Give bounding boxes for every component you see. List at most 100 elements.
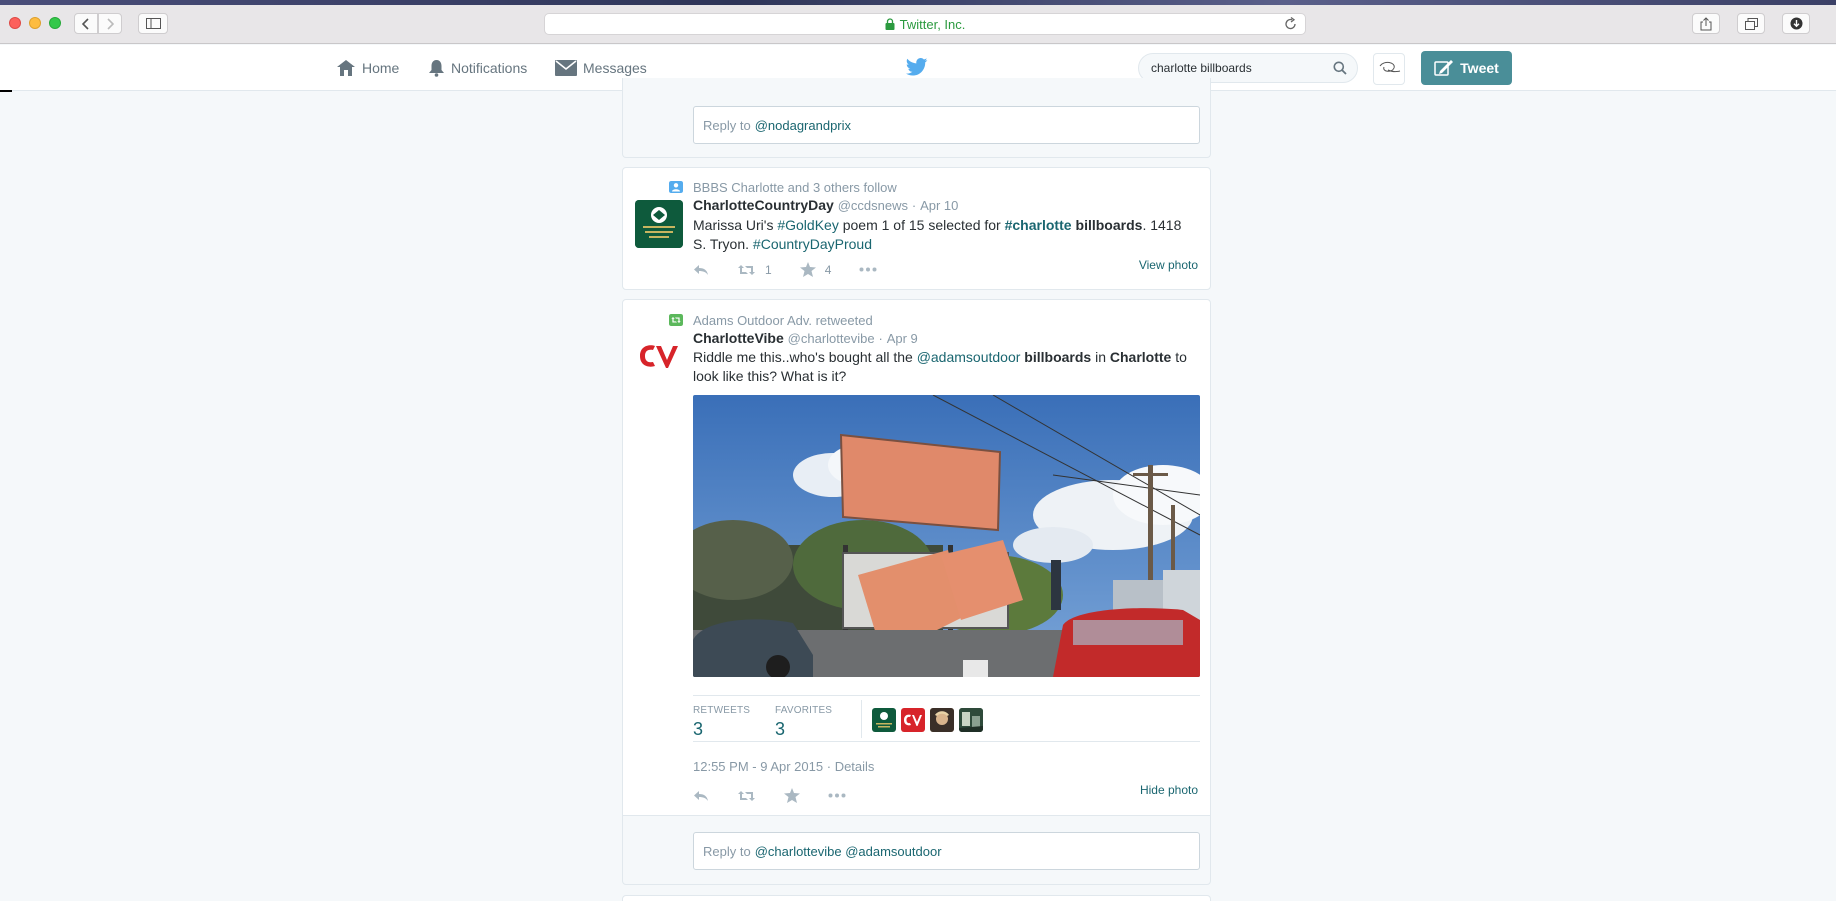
favoriter-avatar[interactable]: [901, 708, 925, 732]
reload-icon[interactable]: [1284, 17, 1297, 31]
retweets-stat[interactable]: RETWEETS 3: [693, 705, 750, 740]
favoriter-avatar[interactable]: [959, 708, 983, 732]
retweet-action[interactable]: [737, 790, 756, 802]
retweet-count: 1: [765, 262, 772, 277]
zoom-window-button[interactable]: [49, 17, 61, 29]
hashtag-countrydayproud[interactable]: #CountryDayProud: [753, 236, 872, 252]
lock-icon: [885, 18, 895, 30]
tweet-stats: RETWEETS 3 FAVORITES 3: [693, 695, 1200, 742]
avatar-charlottevibe[interactable]: [635, 332, 683, 380]
favorite-action[interactable]: 4: [799, 262, 832, 277]
compose-tweet-label: Tweet: [1460, 60, 1499, 76]
reply-action[interactable]: [693, 264, 709, 276]
author-handle[interactable]: @charlottevibe: [788, 331, 875, 346]
tweet-charlottecountryday[interactable]: BBBS Charlotte and 3 others follow Charl…: [622, 167, 1211, 290]
share-button[interactable]: [1692, 13, 1720, 34]
retweet-action[interactable]: 1: [737, 263, 772, 277]
bold-charlotte: Charlotte: [1109, 349, 1172, 365]
landscape-photo-icon: [959, 708, 983, 732]
nav-notifications-label: Notifications: [451, 60, 528, 76]
sidebar-toggle-button[interactable]: [138, 13, 168, 34]
browser-toolbar: Twitter, Inc.: [0, 0, 1836, 44]
cv-logo-icon: [904, 714, 922, 726]
reply-icon: [694, 264, 708, 275]
school-crest-icon: [876, 712, 892, 728]
cv-logo-icon: [640, 345, 678, 368]
nav-messages-label: Messages: [583, 60, 647, 76]
favorites-stat[interactable]: FAVORITES 3: [775, 705, 832, 740]
tweet-text: Marissa Uri's #GoldKey poem 1 of 15 sele…: [693, 216, 1193, 254]
compose-tweet-button[interactable]: Tweet: [1421, 51, 1512, 85]
reply-input-charlottevibe[interactable]: Reply to @charlottevibe @adamsoutdoor: [693, 832, 1200, 870]
favorite-count: 4: [824, 262, 832, 277]
details-link[interactable]: Details: [835, 759, 875, 774]
reply-icon: [694, 790, 708, 801]
view-photo-link[interactable]: View photo: [1139, 258, 1198, 272]
text-segment: poem 1 of 15 selected for: [842, 217, 1001, 233]
tabs-overview-button[interactable]: [1737, 13, 1765, 34]
user-avatar-menu[interactable]: [1373, 53, 1405, 85]
author-handle[interactable]: @ccdsnews: [838, 198, 908, 213]
tweet-actions: 1 4: [693, 262, 905, 277]
more-action[interactable]: [828, 793, 846, 798]
billboard-photo-icon: [693, 395, 1200, 677]
tweet-photo[interactable]: [693, 395, 1200, 677]
downloads-button[interactable]: [1782, 13, 1810, 34]
tweet-actions: [693, 788, 874, 803]
tweet-context: BBBS Charlotte and 3 others follow: [669, 180, 897, 195]
header-separator: ·: [911, 198, 917, 213]
tweet-full-timestamp: 12:55 PM - 9 Apr 2015 · Details: [693, 759, 874, 774]
favoriter-avatar[interactable]: [872, 708, 896, 732]
tweet-context-text: BBBS Charlotte and 3 others follow: [693, 180, 897, 195]
person-follow-icon: [669, 181, 683, 193]
reply-prefix: Reply to: [703, 117, 751, 133]
tweet-charlottevibe[interactable]: Adams Outdoor Adv. retweeted CharlotteVi…: [622, 299, 1211, 816]
tweet-context-text: Adams Outdoor Adv. retweeted: [693, 313, 873, 328]
favorites-value: 3: [775, 719, 786, 739]
chevron-left-icon: [82, 17, 89, 30]
reply-prefix: Reply to: [703, 843, 751, 859]
hashtag-charlotte[interactable]: #charlotte: [1005, 217, 1072, 233]
favoriter-avatar[interactable]: [930, 708, 954, 732]
avatar-charlottecountryday[interactable]: [635, 200, 683, 248]
chevron-right-icon: [107, 17, 114, 30]
hide-photo-link[interactable]: Hide photo: [1140, 783, 1198, 797]
favorite-action[interactable]: [784, 788, 800, 803]
reply-action[interactable]: [693, 790, 709, 802]
next-tweet-card[interactable]: [622, 895, 1211, 901]
reply-mention: @nodagrandprix: [754, 117, 852, 133]
reply-section-charlottevibe: Reply to @charlottevibe @adamsoutdoor: [622, 815, 1211, 885]
more-action[interactable]: [859, 267, 877, 272]
hashtag-goldkey[interactable]: #GoldKey: [777, 217, 838, 233]
twitter-bird-icon[interactable]: [906, 58, 928, 76]
search-input-value: charlotte billboards: [1151, 61, 1252, 75]
stats-divider: [861, 700, 862, 738]
author-name[interactable]: CharlotteCountryDay: [693, 197, 834, 213]
retweet-context-icon: [669, 314, 683, 326]
star-icon: [799, 262, 816, 277]
reply-section-previous: Reply to @nodagrandprix: [622, 78, 1211, 158]
header-separator: ·: [878, 331, 883, 346]
tabs-icon: [1744, 17, 1758, 30]
address-bar[interactable]: Twitter, Inc.: [544, 13, 1306, 35]
reply-input-nodagrandprix[interactable]: Reply to @nodagrandprix: [693, 106, 1200, 144]
tweet-timestamp[interactable]: Apr 10: [920, 198, 958, 213]
nav-home[interactable]: Home: [336, 45, 399, 91]
back-button[interactable]: [74, 13, 98, 34]
reply-mention: @charlottevibe @adamsoutdoor: [754, 843, 942, 859]
forward-button[interactable]: [98, 13, 122, 34]
close-window-button[interactable]: [9, 17, 21, 29]
bell-icon: [429, 60, 444, 77]
text-segment: Marissa Uri's: [693, 217, 774, 233]
tweet-timestamp[interactable]: Apr 9: [887, 331, 918, 346]
envelope-icon: [555, 60, 577, 76]
timestamp-text[interactable]: 12:55 PM - 9 Apr 2015: [693, 759, 823, 774]
search-icon[interactable]: [1333, 61, 1347, 75]
text-segment: Riddle me this..who's bought all the: [693, 349, 913, 365]
minimize-window-button[interactable]: [29, 17, 41, 29]
retweets-value: 3: [693, 719, 704, 739]
author-name[interactable]: CharlotteVibe: [693, 330, 784, 346]
mention-adamsoutdoor[interactable]: @adamsoutdoor: [917, 349, 1021, 365]
nav-notifications[interactable]: Notifications: [428, 45, 527, 91]
sidebar-icon: [145, 18, 161, 29]
